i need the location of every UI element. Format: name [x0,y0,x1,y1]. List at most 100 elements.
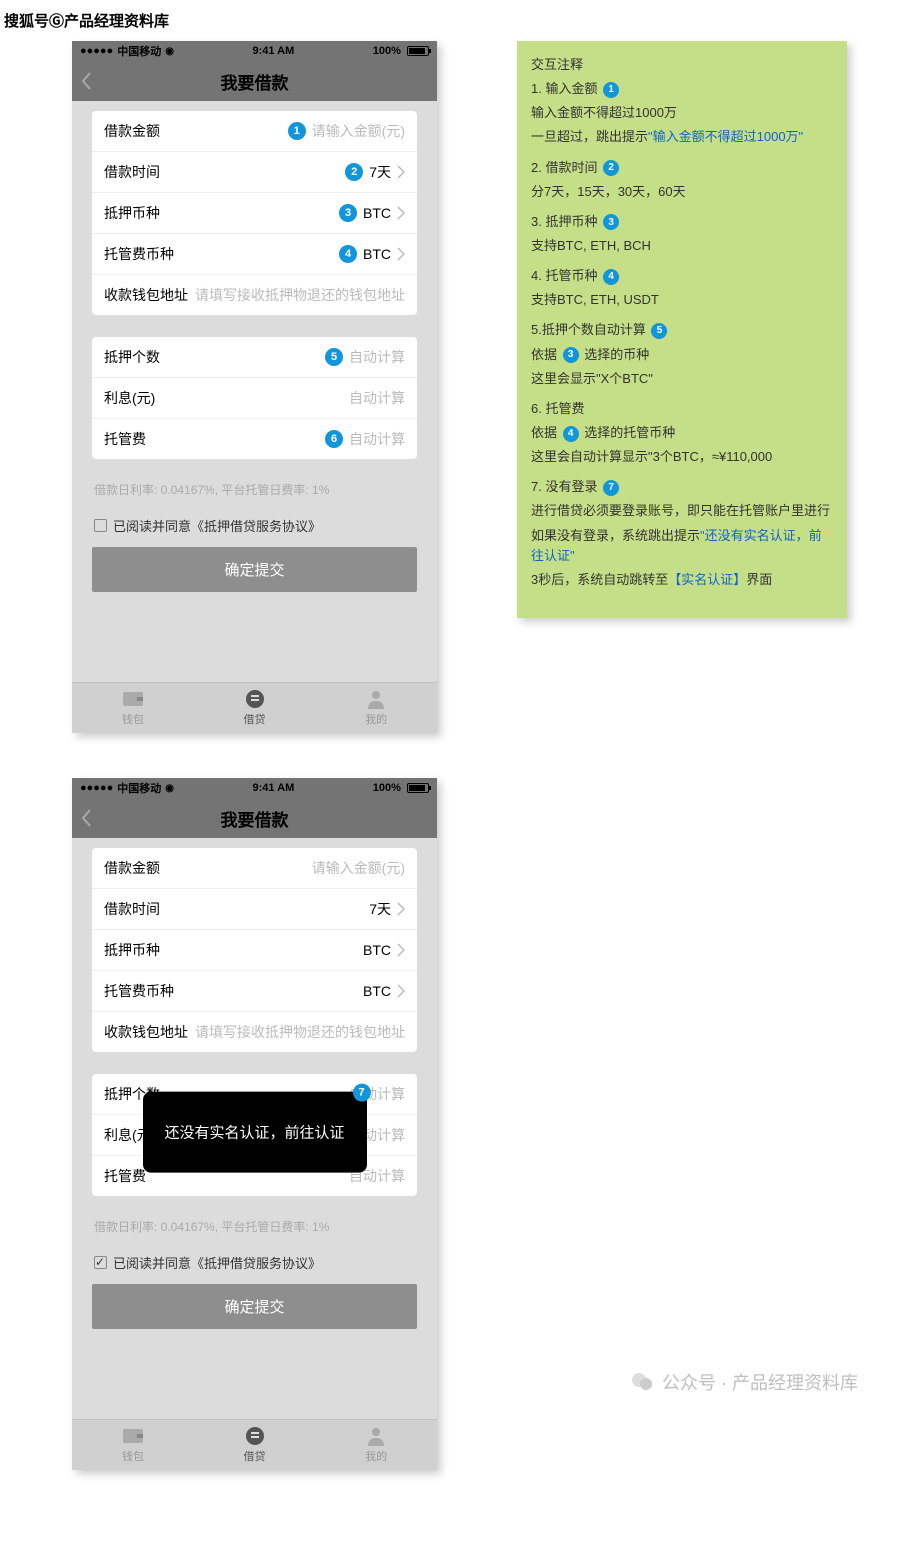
duration-label: 借款时间 [104,162,160,182]
page-header: 搜狐号Ⓖ产品经理资料库 [0,0,898,41]
status-bar: ●●●●● 中国移动 ◉ 9:41 AM 100% [72,41,437,61]
badge-4: 4 [603,269,619,285]
note-6-line2: 这里会自动计算显示"3个BTC，≈¥110,000 [531,447,833,467]
duration-value: 7天 [369,162,391,182]
agree-row[interactable]: 已阅读并同意《抵押借贷服务协议》 [92,516,417,547]
note-5-title: 5.抵押个数自动计算 [531,322,646,337]
collateral-value: BTC [363,942,391,958]
badge-2: 2 [603,160,619,176]
wechat-icon [630,1370,654,1394]
badge-5: 5 [325,348,343,366]
rate-note: 借款日利率: 0.04167%, 平台托管日费率: 1% [92,1218,417,1253]
notes-panel: 交互注释 1. 输入金额 1 输入金额不得超过1000万 一旦超过，跳出提示"输… [517,41,847,618]
phone-mock-2: ●●●●● 中国移动 ◉ 9:41 AM 100% 我要借款 借款金额 请输入金… [72,778,437,1470]
tab-mine[interactable]: 我的 [315,1420,437,1470]
tab-loan[interactable]: 借贷 [194,683,316,733]
submit-button[interactable]: 确定提交 [92,547,417,592]
amount-placeholder: 请输入金额(元) [312,858,405,878]
watermark-text: 公众号 · 产品经理资料库 [662,1369,858,1395]
person-icon [364,689,388,709]
row-duration[interactable]: 借款时间 7天 [92,889,417,930]
row-duration[interactable]: 借款时间 2 7天 [92,152,417,193]
submit-button[interactable]: 确定提交 [92,1284,417,1329]
badge-3: 3 [563,347,579,363]
wallet-icon [121,689,145,709]
note-4-title: 4. 托管币种 [531,268,597,283]
fee-auto: 自动计算 [349,429,405,449]
fee-label: 托管费 [104,1166,146,1186]
tabbar: 钱包 借贷 我的 [72,682,437,733]
agree-text[interactable]: 已阅读并同意《抵押借贷服务协议》 [113,1253,321,1272]
custody-label: 托管费币种 [104,981,174,1001]
custody-value: BTC [363,983,391,999]
tab-wallet-label: 钱包 [72,1448,194,1464]
loan-icon [243,1426,267,1446]
row-amount[interactable]: 借款金额 请输入金额(元) [92,848,417,889]
tab-wallet-label: 钱包 [72,711,194,727]
agree-text[interactable]: 已阅读并同意《抵押借贷服务协议》 [113,516,321,535]
chevron-right-icon [397,943,405,957]
wallet-label: 收款钱包地址 [104,1022,188,1042]
battery-icon [407,46,429,56]
chevron-right-icon [397,206,405,220]
chevron-right-icon [397,247,405,261]
carrier: 中国移动 [117,780,161,796]
row-wallet[interactable]: 收款钱包地址 请填写接收抵押物退还的钱包地址 [92,275,417,315]
row-amount[interactable]: 借款金额 1 请输入金额(元) [92,111,417,152]
row-collateral[interactable]: 抵押币种 BTC [92,930,417,971]
status-bar: ●●●●● 中国移动 ◉ 9:41 AM 100% [72,778,437,798]
badge-4: 4 [339,245,357,263]
row-interest: 利息(元) 自动计算 [92,378,417,419]
note-3-title: 3. 抵押币种 [531,214,597,229]
note-7-title: 7. 没有登录 [531,479,597,494]
form-card-1: 借款金额 1 请输入金额(元) 借款时间 2 7天 抵押币种 3 BTC [92,111,417,315]
interest-label: 利息(元) [104,388,155,408]
badge-5: 5 [651,323,667,339]
status-time: 9:41 AM [252,45,294,57]
wallet-placeholder: 请填写接收抵押物退还的钱包地址 [195,285,405,305]
row-custody[interactable]: 托管费币种 4 BTC [92,234,417,275]
note-7-line3c: 界面 [746,572,772,587]
wallet-icon [121,1426,145,1446]
notes-title: 交互注释 [531,55,833,75]
row-custody[interactable]: 托管费币种 BTC [92,971,417,1012]
badge-2: 2 [345,163,363,181]
form-card-1: 借款金额 请输入金额(元) 借款时间 7天 抵押币种 BTC 托管费币种 [92,848,417,1052]
count-label: 抵押个数 [104,347,160,367]
back-icon[interactable] [80,71,92,91]
agree-checkbox[interactable] [94,519,107,532]
agree-row[interactable]: 已阅读并同意《抵押借贷服务协议》 [92,1253,417,1284]
tab-wallet[interactable]: 钱包 [72,683,194,733]
note-7-line3a: 3秒后，系统自动跳转至 [531,572,668,587]
duration-label: 借款时间 [104,899,160,919]
fee-label: 托管费 [104,429,146,449]
wallet-placeholder: 请填写接收抵押物退还的钱包地址 [195,1022,405,1042]
row-collateral[interactable]: 抵押币种 3 BTC [92,193,417,234]
toast-auth: 还没有实名认证，前往认证 7 [142,1092,366,1173]
battery-pct: 100% [373,45,401,57]
agree-checkbox[interactable] [94,1256,107,1269]
loan-icon [243,689,267,709]
tab-loan-label: 借贷 [194,711,316,727]
chevron-right-icon [397,984,405,998]
tab-loan[interactable]: 借贷 [194,1420,316,1470]
interest-auto: 自动计算 [349,388,405,408]
tab-wallet[interactable]: 钱包 [72,1420,194,1470]
signal-icon: ●●●●● [80,782,113,794]
nav-bar: 我要借款 [72,61,437,101]
row-wallet[interactable]: 收款钱包地址 请填写接收抵押物退还的钱包地址 [92,1012,417,1052]
collateral-label: 抵押币种 [104,940,160,960]
nav-title: 我要借款 [221,69,289,94]
wallet-label: 收款钱包地址 [104,285,188,305]
amount-placeholder: 请输入金额(元) [312,121,405,141]
tab-loan-label: 借贷 [194,1448,316,1464]
tab-mine[interactable]: 我的 [315,683,437,733]
note-1-line2a: 一旦超过，跳出提示 [531,129,648,144]
battery-icon [407,783,429,793]
duration-value: 7天 [369,899,391,919]
battery-pct: 100% [373,782,401,794]
back-icon[interactable] [80,808,92,828]
amount-label: 借款金额 [104,858,160,878]
note-7-line2a: 如果没有登录，系统跳出提示 [531,528,700,543]
note-2-title: 2. 借款时间 [531,160,597,175]
